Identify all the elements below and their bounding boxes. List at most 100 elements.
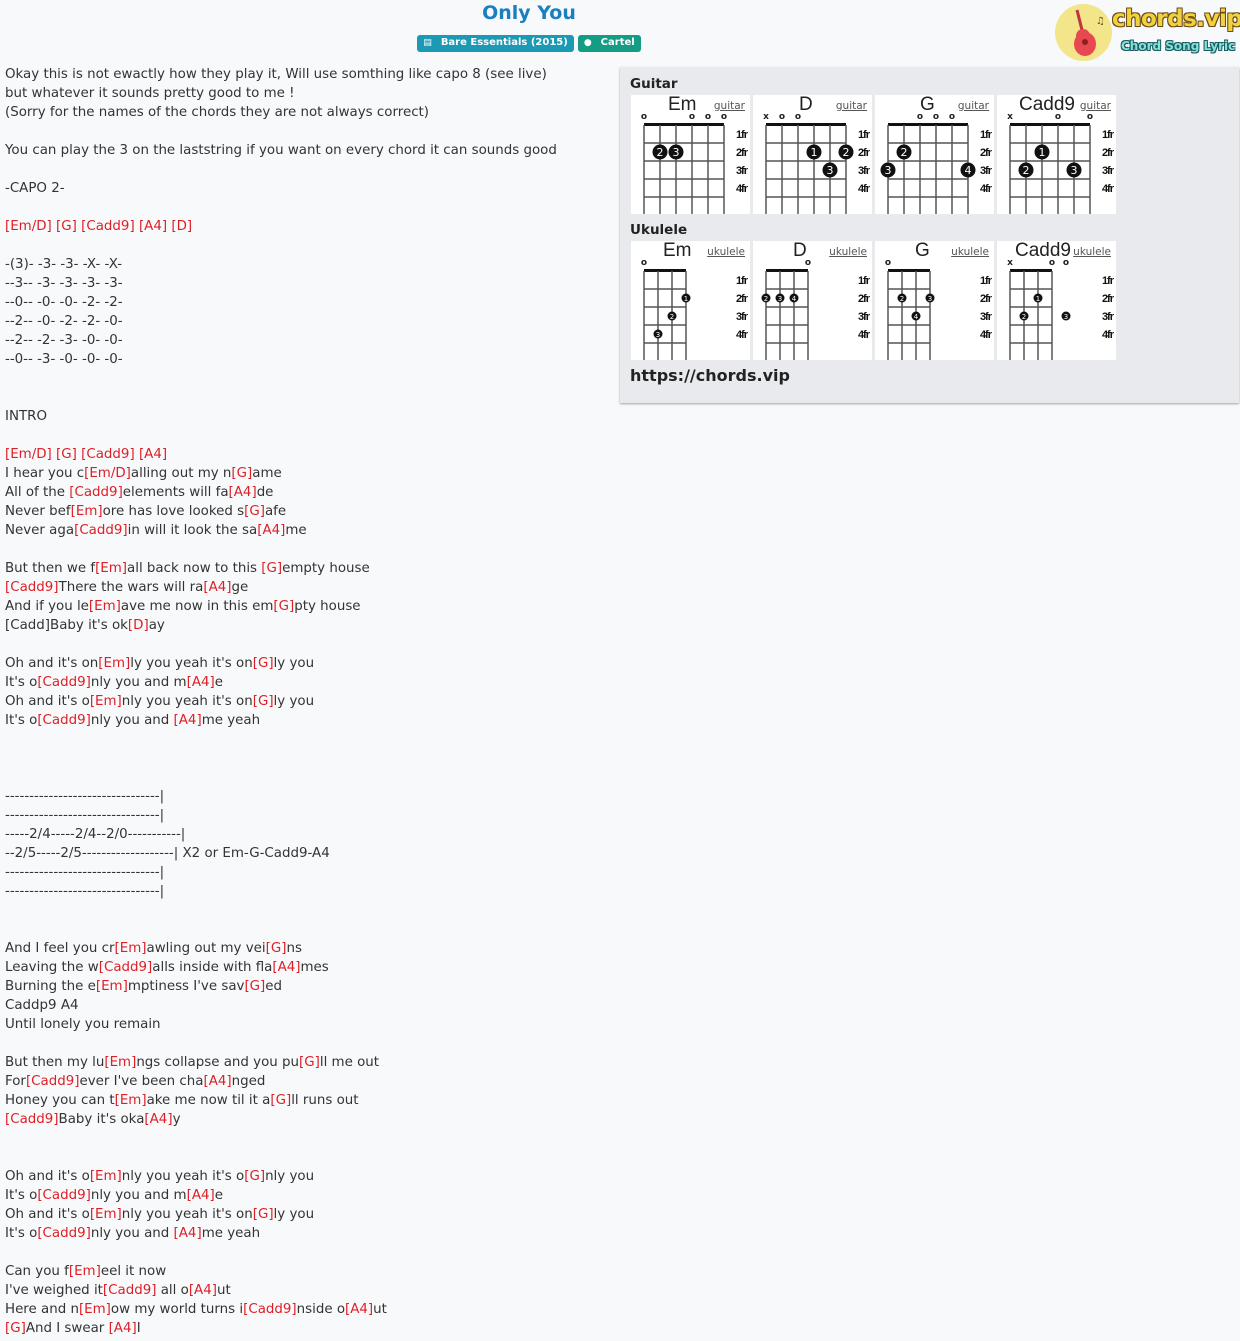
guitar-link[interactable]: guitar — [1080, 100, 1111, 112]
chord-link[interactable]: [A4] — [174, 713, 202, 728]
ukulele-chord-diagram-em[interactable]: o 1 2 3 1fr 2fr 3fr 4fr Em ukulele — [631, 240, 750, 360]
guitar-link[interactable]: guitar — [836, 100, 867, 112]
chord-link[interactable]: [Cadd9] — [243, 1302, 297, 1317]
chord-link[interactable]: [Em] — [89, 599, 121, 614]
user-icon: ● — [583, 38, 592, 48]
guitar-link[interactable]: guitar — [714, 100, 745, 112]
chord-link[interactable]: [A4] — [144, 1112, 172, 1127]
chord-link[interactable]: [Cadd9] — [99, 960, 153, 975]
chord-link[interactable]: [A4] — [139, 219, 167, 234]
chord-link[interactable]: [Em] — [90, 694, 122, 709]
chord-link[interactable]: [G] — [244, 1169, 265, 1184]
chord-link[interactable]: [Em/D] — [5, 447, 52, 462]
lyric-text: Can you f — [5, 1264, 69, 1279]
chord-link[interactable]: [Em/D] — [5, 219, 52, 234]
chord-link[interactable]: [Cadd9] — [37, 713, 91, 728]
chord-link[interactable]: [A4] — [109, 1321, 137, 1336]
chord-link[interactable]: [Cadd9] — [103, 1283, 157, 1298]
ukulele-link[interactable]: ukulele — [829, 246, 867, 258]
chord-link[interactable]: [G] — [261, 561, 282, 576]
chord-link[interactable]: [Cadd9] — [81, 447, 135, 462]
lyric-line: You can play the 3 on the laststring if … — [5, 141, 605, 160]
lyric-line: [Cadd9]There the wars will ra[A4]ge — [5, 578, 605, 597]
chord-link[interactable]: [G] — [253, 656, 274, 671]
chord-link[interactable]: [G] — [273, 599, 294, 614]
lyric-text: ever I've been cha — [79, 1074, 204, 1089]
lyric-text: ave me now in this em — [120, 599, 274, 614]
lyric-text: I've weighed it — [5, 1283, 103, 1298]
lyric-text: mes — [300, 960, 329, 975]
chord-link[interactable]: [A4] — [272, 960, 300, 975]
guitar-chord-diagram-cadd9[interactable]: x o o 1 2 3 1fr 2fr 3fr 4fr Cadd9 guitar — [997, 94, 1116, 214]
chord-link[interactable]: [Em] — [71, 504, 103, 519]
chord-name: D — [799, 94, 813, 115]
chord-link[interactable]: [Em] — [90, 1207, 122, 1222]
ukulele-link[interactable]: ukulele — [951, 246, 989, 258]
chord-link[interactable]: [A4] — [187, 1188, 215, 1203]
chord-link[interactable]: [Cadd9] — [5, 1112, 59, 1127]
chord-link[interactable]: [Cadd9] — [69, 485, 123, 500]
chord-link[interactable]: [G] — [270, 1093, 291, 1108]
fret-label: 3fr — [980, 165, 993, 177]
chord-link[interactable]: [G] — [56, 447, 77, 462]
chord-link[interactable]: [A4] — [203, 580, 231, 595]
lyric-text: nly you and — [90, 1226, 174, 1241]
chord-link[interactable]: [Em] — [96, 979, 128, 994]
chord-link[interactable]: [G] — [266, 941, 287, 956]
album-badge[interactable]: ▤ Bare Essentials (2015) — [417, 35, 574, 52]
ukulele-chord-diagram-d[interactable]: o 2 3 4 1fr 2fr 3fr 4fr Dukulele — [753, 240, 872, 360]
guitar-chord-diagram-em[interactable]: o o o o 2 3 1fr 2fr 3fr 4fr Em guitar — [631, 94, 750, 214]
chord-link[interactable]: [Em] — [98, 656, 130, 671]
chord-link[interactable]: [A4] — [139, 447, 167, 462]
chord-link[interactable]: [Cadd9] — [37, 675, 91, 690]
artist-badge[interactable]: ● Cartel — [577, 35, 641, 52]
lyric-line — [5, 160, 605, 179]
ukulele-chord-diagram-cadd9[interactable]: x o o 1 2 3 1fr 2fr 3fr 4fr Cadd9 ukulele — [997, 240, 1116, 360]
chord-link[interactable]: [Cadd9] — [81, 219, 135, 234]
chord-link[interactable]: [Em] — [79, 1302, 111, 1317]
chord-link[interactable]: [G] — [56, 219, 77, 234]
lyric-text: nly you — [265, 1169, 315, 1184]
chord-link[interactable]: [Em] — [90, 1169, 122, 1184]
guitar-icon: ♫ — [1074, 9, 1105, 56]
chord-link[interactable]: [A4] — [229, 485, 257, 500]
chord-link[interactable]: [Em] — [115, 941, 147, 956]
chord-link[interactable]: [A4] — [203, 1074, 231, 1089]
chord-link[interactable]: [G] — [231, 466, 252, 481]
chord-link[interactable]: [Em] — [104, 1055, 136, 1070]
chord-link[interactable]: [G] — [5, 1321, 26, 1336]
chord-link[interactable]: [G] — [244, 979, 265, 994]
chord-link[interactable]: [D] — [128, 618, 149, 633]
chord-name: G — [915, 240, 930, 261]
chord-link[interactable]: [G] — [253, 1207, 274, 1222]
site-url[interactable]: https://chords.vip — [630, 366, 790, 385]
lyric-text: Honey you can t — [5, 1093, 115, 1108]
lyric-text: INTRO — [5, 409, 47, 424]
chord-link[interactable]: [G] — [244, 504, 265, 519]
chord-link[interactable]: [Cadd9] — [26, 1074, 80, 1089]
chord-link[interactable]: [A4] — [345, 1302, 373, 1317]
chord-link[interactable]: [D] — [171, 219, 192, 234]
chord-link[interactable]: [Em/D] — [84, 466, 131, 481]
chord-link[interactable]: [Cadd9] — [5, 580, 59, 595]
chord-link[interactable]: [Cadd9] — [37, 1226, 91, 1241]
chord-link[interactable]: [Cadd9] — [37, 1188, 91, 1203]
guitar-link[interactable]: guitar — [958, 100, 989, 112]
chord-link[interactable]: [A4] — [174, 1226, 202, 1241]
chord-link[interactable]: [A4] — [257, 523, 285, 538]
lyric-line — [5, 198, 605, 217]
guitar-chord-diagram-d[interactable]: x o o 1 2 3 1fr 2fr 3fr 4fr Dguitar — [753, 94, 872, 214]
ukulele-chord-diagram-g[interactable]: o 2 3 4 1fr 2fr 3fr 4fr Gukulele — [875, 240, 994, 360]
chord-link[interactable]: [G] — [299, 1055, 320, 1070]
chord-link[interactable]: [A4] — [187, 675, 215, 690]
chord-link[interactable]: [G] — [253, 694, 274, 709]
site-logo[interactable]: ♫ chords.vip Chord Song Lyric — [1054, 4, 1240, 62]
chord-link[interactable]: [Em] — [69, 1264, 101, 1279]
guitar-chord-diagram-g[interactable]: o o o 2 3 4 1fr 2fr 3fr 4fr Gguitar — [875, 94, 994, 214]
ukulele-link[interactable]: ukulele — [1073, 246, 1111, 258]
chord-link[interactable]: [Em] — [115, 1093, 147, 1108]
chord-link[interactable]: [Cadd9] — [74, 523, 128, 538]
chord-link[interactable]: [A4] — [189, 1283, 217, 1298]
chord-link[interactable]: [Em] — [95, 561, 127, 576]
ukulele-link[interactable]: ukulele — [707, 246, 745, 258]
